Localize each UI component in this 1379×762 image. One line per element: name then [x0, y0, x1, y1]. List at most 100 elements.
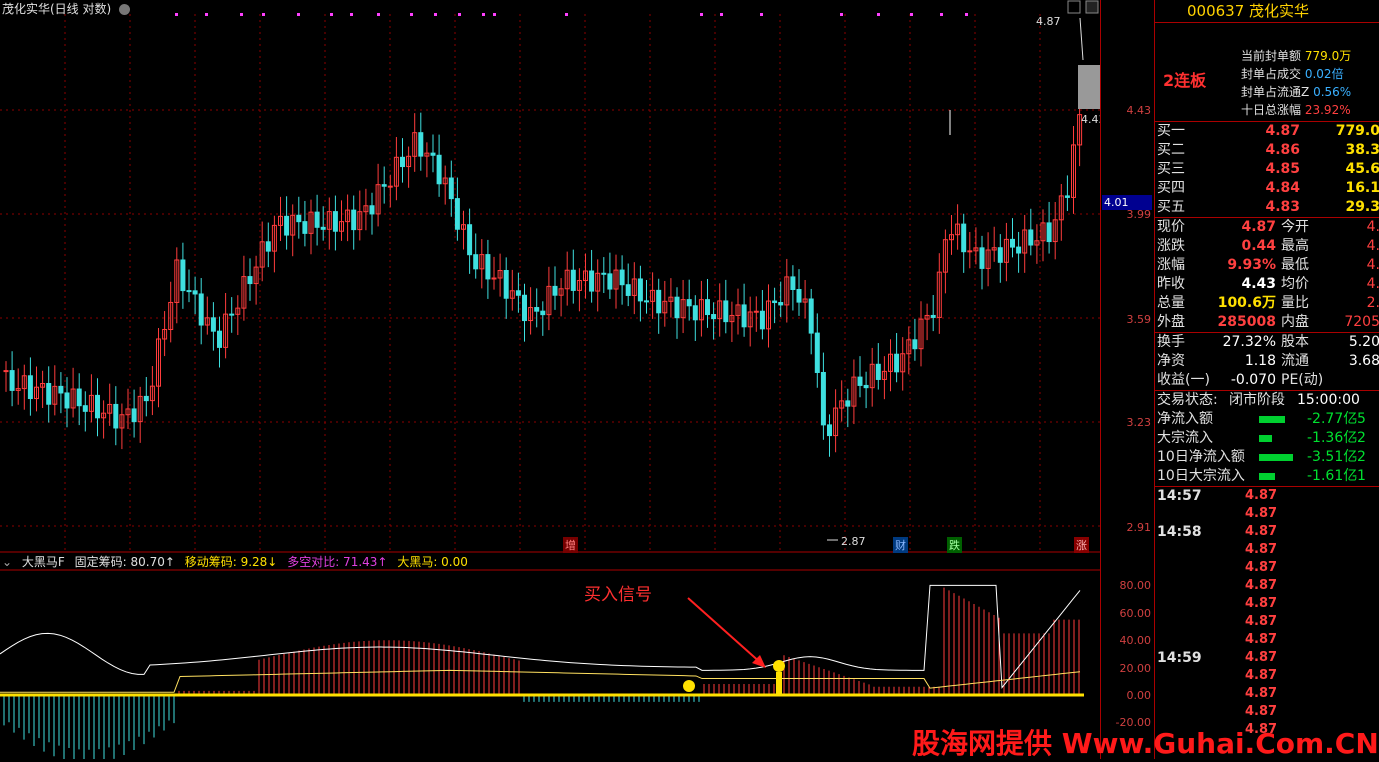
candle-body[interactable]: [997, 247, 1003, 263]
candle-body[interactable]: [778, 302, 784, 306]
candle-body[interactable]: [46, 383, 52, 405]
candle-body[interactable]: [863, 384, 869, 389]
candle-body[interactable]: [131, 408, 137, 423]
candle-body[interactable]: [217, 330, 222, 348]
candle-body[interactable]: [400, 156, 405, 168]
candle-body[interactable]: [296, 214, 302, 223]
candle-body[interactable]: [674, 296, 680, 319]
candle-body[interactable]: [552, 285, 558, 296]
event-flag[interactable]: 增: [563, 537, 578, 553]
candle-body[interactable]: [827, 424, 832, 437]
candle-body[interactable]: [790, 276, 796, 291]
candle-body[interactable]: [381, 184, 387, 187]
candle-body[interactable]: [473, 254, 479, 270]
candle-body[interactable]: [820, 371, 826, 426]
candle-body[interactable]: [113, 403, 119, 429]
candle-body[interactable]: [332, 211, 338, 232]
candle-body[interactable]: [857, 376, 863, 386]
candle-body[interactable]: [570, 269, 576, 291]
candle-body[interactable]: [1046, 222, 1052, 243]
candle-body[interactable]: [692, 305, 698, 321]
candle-body[interactable]: [534, 307, 540, 312]
candle-body[interactable]: [3, 370, 9, 373]
candle-body[interactable]: [814, 332, 820, 373]
candle-body[interactable]: [210, 317, 216, 332]
candle-body[interactable]: [491, 277, 497, 280]
chevron-down-icon[interactable]: ⌄: [2, 555, 12, 569]
candle-body[interactable]: [705, 299, 710, 316]
candle-body[interactable]: [1016, 246, 1022, 254]
candle-body[interactable]: [894, 353, 900, 373]
candle-body[interactable]: [454, 198, 460, 230]
bid-row[interactable]: 买三 4.85 45.6: [1155, 160, 1379, 179]
candle-body[interactable]: [467, 224, 473, 256]
candle-body[interactable]: [875, 363, 881, 380]
candle-body[interactable]: [351, 209, 357, 231]
event-flag[interactable]: 涨: [1074, 537, 1089, 553]
bid-row[interactable]: 买一 4.87 779.0: [1155, 122, 1379, 141]
candle-body[interactable]: [418, 132, 424, 157]
candle-body[interactable]: [522, 294, 527, 322]
candle-body[interactable]: [796, 289, 802, 303]
candle-body[interactable]: [1064, 195, 1070, 198]
candle-body[interactable]: [186, 290, 192, 293]
candle-body[interactable]: [27, 375, 33, 400]
candle-body[interactable]: [601, 272, 607, 275]
candle-body[interactable]: [912, 339, 918, 350]
candle-body[interactable]: [637, 278, 643, 302]
candle-body[interactable]: [448, 177, 454, 200]
candle-body[interactable]: [485, 254, 491, 280]
candle-body[interactable]: [759, 310, 765, 330]
candle-body[interactable]: [320, 226, 326, 230]
candle-body[interactable]: [503, 270, 509, 299]
candle-body[interactable]: [589, 270, 595, 292]
candle-body[interactable]: [845, 400, 851, 407]
candle-body[interactable]: [314, 211, 320, 228]
candle-body[interactable]: [284, 215, 290, 236]
candle-body[interactable]: [753, 310, 759, 313]
event-flag[interactable]: 跌: [947, 537, 962, 553]
candle-body[interactable]: [180, 259, 186, 292]
candle-body[interactable]: [930, 314, 936, 318]
candle-body[interactable]: [656, 289, 662, 314]
bid-row[interactable]: 买四 4.84 16.1: [1155, 179, 1379, 198]
candle-body[interactable]: [82, 405, 88, 412]
candle-body[interactable]: [1028, 229, 1034, 246]
candle-body[interactable]: [540, 310, 546, 316]
candle-body[interactable]: [302, 221, 308, 234]
diamond-icon[interactable]: [1067, 0, 1081, 14]
candle-body[interactable]: [229, 313, 235, 316]
candle-body[interactable]: [95, 394, 100, 419]
candle-body[interactable]: [772, 300, 778, 304]
candle-body[interactable]: [961, 223, 967, 253]
candle-body[interactable]: [58, 385, 64, 394]
candle-body[interactable]: [967, 250, 973, 253]
candle-body[interactable]: [247, 276, 253, 285]
candle-body[interactable]: [686, 299, 692, 307]
candle-body[interactable]: [436, 154, 442, 185]
chart-area[interactable]: 4.87 4.43 2.87: [0, 0, 1100, 759]
chevron-down-icon[interactable]: [119, 4, 131, 15]
candle-body[interactable]: [808, 298, 814, 334]
bid-row[interactable]: 买五 4.83 29.3: [1155, 198, 1379, 217]
candle-body[interactable]: [625, 284, 631, 296]
candle-body[interactable]: [430, 152, 436, 156]
candle-body[interactable]: [387, 185, 393, 188]
candle-body[interactable]: [711, 314, 717, 320]
candle-body[interactable]: [1010, 238, 1015, 248]
candle-body[interactable]: [741, 304, 747, 328]
candle-body[interactable]: [515, 290, 521, 296]
candle-body[interactable]: [9, 370, 15, 391]
candle-body[interactable]: [619, 269, 625, 286]
candle-body[interactable]: [979, 247, 985, 269]
bid-row[interactable]: 买二 4.86 38.3: [1155, 141, 1379, 160]
candle-body[interactable]: [265, 241, 271, 252]
candle-body[interactable]: [723, 300, 729, 323]
candle-body[interactable]: [607, 273, 613, 290]
candle-body[interactable]: [192, 290, 198, 295]
candle-body[interactable]: [76, 388, 82, 407]
candle-body[interactable]: [198, 293, 204, 326]
candle-body[interactable]: [143, 395, 149, 402]
candle-body[interactable]: [64, 392, 70, 409]
candle-body[interactable]: [644, 300, 649, 303]
